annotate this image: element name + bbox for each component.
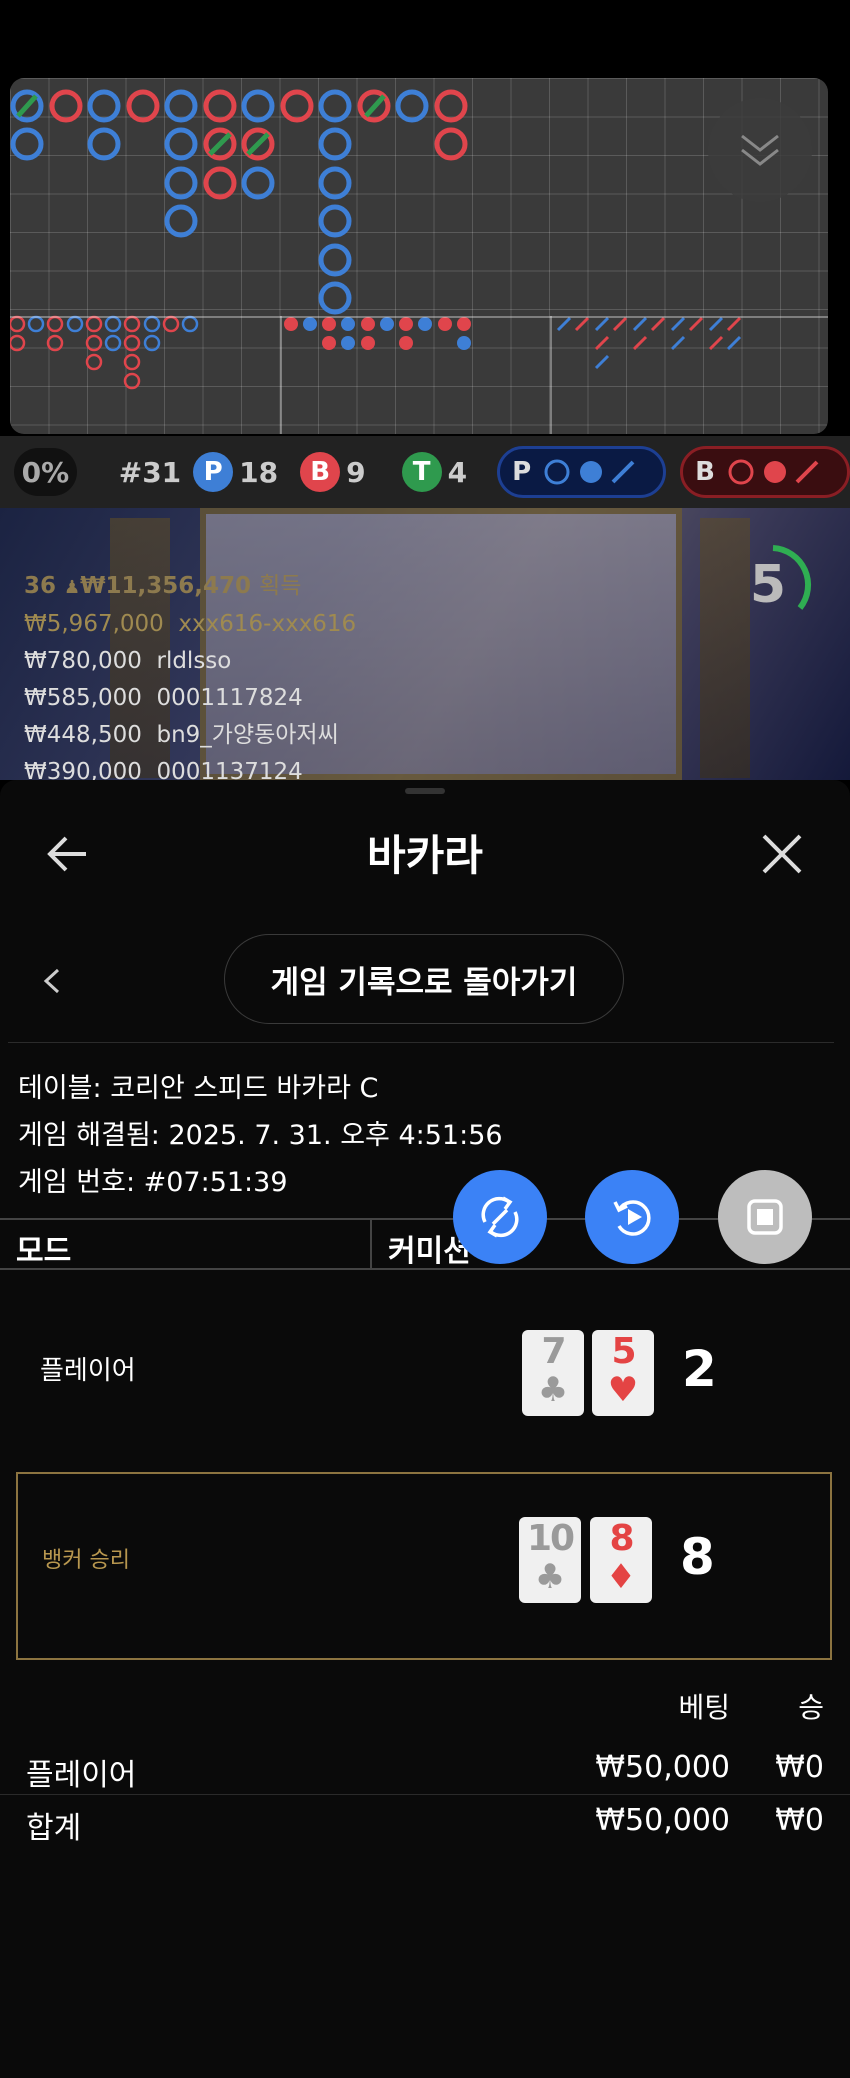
banker-score: 8 [680, 1528, 715, 1586]
round-number: #31 [118, 455, 182, 489]
table-name: 테이블: 코리안 스피드 바카라 C [18, 1073, 379, 1104]
club-icon: ♣ [534, 1557, 566, 1597]
playing-card: 8 ♦ [590, 1517, 652, 1603]
bead-road [10, 89, 742, 390]
stats-bar: 0% #31 P 18 B 9 T 4 P B [0, 436, 850, 508]
close-icon[interactable] [758, 830, 806, 878]
game-history-sheet: 바카라 게임 기록으로 돌아가기 테이블: 코리안 스피드 바카라 C 게임 해… [0, 780, 850, 2078]
tie-dot: T [401, 452, 442, 492]
stop-button[interactable] [718, 1170, 812, 1264]
playing-card: 10 ♣ [519, 1517, 581, 1603]
winner-row: ₩585,000 0001117824 [24, 685, 303, 711]
scoreboard [10, 78, 828, 434]
game-resolved-time: 게임 해결됨: 2025. 7. 31. 오후 4:51:56 [18, 1120, 503, 1151]
winners-list: 36 ♟₩11,356,470 획득 ₩5,967,000 xxx616-xxx… [24, 568, 524, 791]
mode-label: 모드 [16, 1234, 72, 1269]
status-bar [0, 0, 850, 72]
player-count: P 18 [193, 452, 278, 492]
banker-count-value: 9 [346, 455, 366, 489]
timer-value: 5 [749, 555, 787, 615]
player-dot: P [193, 452, 234, 492]
person-icon: ♟ [64, 577, 81, 598]
prediction-icons [544, 459, 635, 485]
sheet-handle[interactable] [405, 788, 445, 794]
page-title: 바카라 [367, 831, 483, 880]
banker-count: B 9 [300, 452, 366, 492]
replay-icon [613, 1200, 651, 1236]
replay-button[interactable] [585, 1170, 679, 1264]
back-to-history-button[interactable]: 게임 기록으로 돌아가기 [224, 934, 624, 1024]
bet-column-header: 베팅 [678, 1691, 730, 1724]
banker-hand-label: 뱅커 승리 [42, 1548, 130, 1573]
diamond-icon: ♦ [605, 1557, 637, 1597]
player-prediction-button[interactable]: P [497, 446, 667, 498]
playing-card: 7 ♣ [522, 1330, 584, 1416]
collapse-roads-button[interactable] [708, 98, 812, 202]
player-hand-label: 플레이어 [40, 1356, 136, 1386]
prediction-icons [728, 459, 819, 485]
tie-count-value: 4 [447, 455, 468, 489]
playing-card: 5 ♥ [592, 1330, 654, 1416]
table-row-total: 합계 ₩50,000 ₩0 [26, 1803, 824, 1846]
club-icon: ♣ [537, 1370, 569, 1410]
winner-row: ₩448,500 bn9_가양동아저씨 [24, 722, 339, 748]
banker-dot: B [300, 452, 341, 492]
tie-count: T 4 [401, 452, 468, 492]
winners-summary: 36 ♟₩11,356,470 획득 [24, 573, 302, 599]
countdown-timer: 5 [728, 540, 818, 630]
stop-icon [747, 1199, 783, 1235]
double-chevron-down-icon [741, 134, 779, 166]
win-percentage: 0% [14, 448, 77, 496]
winner-row: ₩5,967,000 xxx616-xxx616 [24, 611, 357, 637]
winner-row: ₩780,000 rldlsso [24, 648, 232, 674]
player-count-value: 18 [239, 455, 279, 489]
chevron-left-icon[interactable] [40, 966, 64, 996]
game-number: 게임 번호: #07:51:39 [18, 1167, 288, 1198]
heart-icon: ♥ [607, 1370, 639, 1410]
table-row: 플레이어 ₩50,000 ₩0 [0, 1742, 850, 1795]
win-column-header: 승 [798, 1691, 824, 1724]
banker-prediction-button[interactable]: B [680, 446, 850, 498]
player-score: 2 [682, 1340, 717, 1398]
rotate-screen-button[interactable] [453, 1170, 547, 1264]
rotate-icon [481, 1196, 519, 1238]
